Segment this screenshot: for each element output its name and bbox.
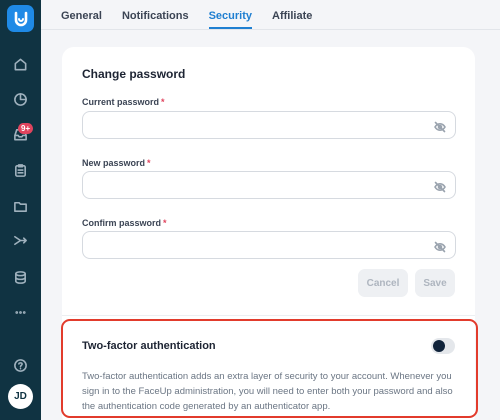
two-factor-description: Two-factor authentication adds an extra … [82, 371, 453, 412]
folder-icon [13, 201, 27, 212]
save-button[interactable]: Save [415, 269, 455, 297]
two-factor-title: Two-factor authentication [82, 340, 216, 352]
eye-off-icon [434, 121, 446, 133]
sidebar-item-tasks[interactable] [11, 161, 29, 179]
tab-notifications[interactable]: Notifications [122, 0, 189, 29]
confirm-password-field-wrapper [82, 231, 456, 259]
confirm-password-label-text: Confirm password [82, 218, 162, 228]
clipboard-icon [14, 163, 26, 177]
current-password-input[interactable] [83, 112, 455, 138]
section-divider [62, 315, 475, 316]
security-card: Change password Current password * New pa… [62, 47, 475, 420]
tab-affiliate[interactable]: Affiliate [272, 0, 312, 29]
sidebar-item-reports[interactable] [11, 90, 29, 108]
logo-icon [14, 11, 27, 26]
tab-security[interactable]: Security [208, 0, 253, 29]
sidebar-item-integrations[interactable] [11, 231, 29, 249]
required-mark: * [147, 158, 151, 168]
database-icon [14, 270, 26, 284]
tab-general[interactable]: General [61, 0, 102, 29]
current-password-label-text: Current password [82, 97, 160, 107]
user-avatar[interactable]: JD [8, 384, 33, 409]
more-icon [14, 310, 26, 314]
new-password-label-text: New password [82, 158, 146, 168]
toggle-knob [433, 340, 445, 352]
toggle-visibility-new[interactable] [434, 180, 446, 193]
current-password-label: Current password * [82, 97, 165, 107]
shuffle-icon [13, 235, 27, 245]
eye-off-icon [434, 181, 446, 193]
confirm-password-label: Confirm password * [82, 218, 167, 228]
sidebar: 9+ JD [0, 0, 41, 420]
required-mark: * [163, 218, 167, 228]
new-password-label: New password * [82, 158, 151, 168]
eye-off-icon [434, 241, 446, 253]
new-password-input[interactable] [83, 172, 455, 198]
sidebar-item-files[interactable] [11, 197, 29, 215]
toggle-visibility-current[interactable] [434, 120, 446, 133]
new-password-field-wrapper [82, 171, 456, 199]
current-password-field-wrapper [82, 111, 456, 139]
sidebar-item-data[interactable] [11, 268, 29, 286]
two-factor-toggle[interactable] [431, 338, 455, 354]
help-button[interactable] [11, 356, 29, 374]
change-password-title: Change password [82, 67, 186, 81]
app-logo[interactable] [7, 5, 34, 32]
home-icon [14, 58, 26, 70]
pie-chart-icon [13, 92, 27, 106]
help-circle-icon [13, 358, 27, 372]
sidebar-item-more[interactable] [11, 303, 29, 321]
settings-tabs: General Notifications Security Affiliate [61, 0, 332, 29]
tabs-divider [41, 29, 500, 30]
required-mark: * [161, 97, 165, 107]
confirm-password-input[interactable] [83, 232, 455, 258]
toggle-visibility-confirm[interactable] [434, 240, 446, 253]
notification-badge: 9+ [18, 123, 34, 134]
cancel-button[interactable]: Cancel [358, 269, 408, 297]
sidebar-item-home[interactable] [11, 55, 29, 73]
